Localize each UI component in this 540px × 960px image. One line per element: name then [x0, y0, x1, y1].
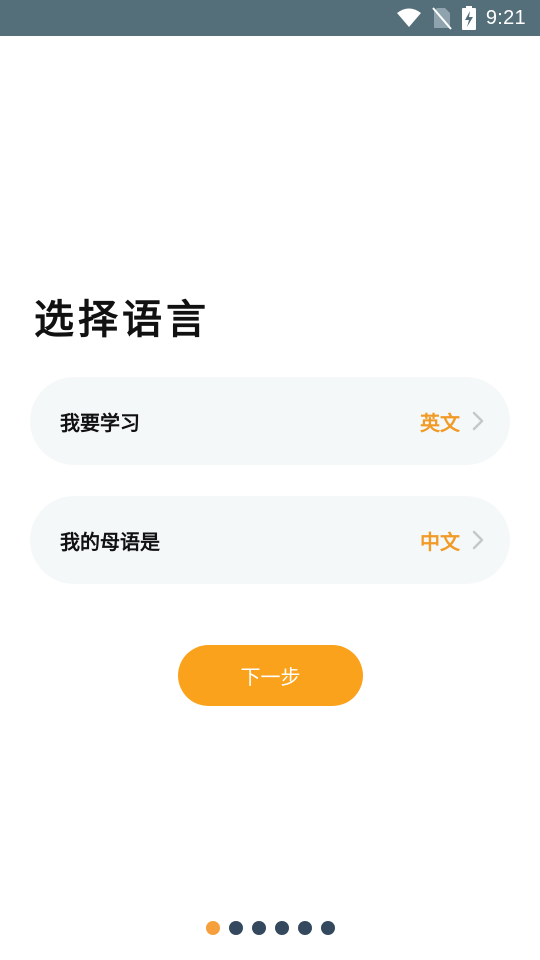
- chevron-right-icon: [472, 411, 484, 431]
- page-indicator: [0, 921, 540, 935]
- status-time: 9:21: [485, 6, 526, 29]
- native-language-option[interactable]: 我的母语是 中文: [30, 496, 510, 584]
- status-bar: 9:21: [0, 0, 540, 36]
- learning-language-label: 我要学习: [60, 410, 140, 435]
- page-dot-1: [205, 921, 220, 935]
- chevron-right-icon: [472, 530, 484, 550]
- page-dot-4: [274, 921, 289, 935]
- no-sim-icon: [432, 7, 452, 30]
- status-icons: 9:21: [396, 0, 526, 36]
- page-dot-2: [228, 921, 243, 935]
- battery-charging-icon: [461, 6, 476, 30]
- screen: 9:21 选择语言 我要学习 英文 我的母语是 中文 下一步: [0, 0, 540, 960]
- page-dot-3: [251, 921, 266, 935]
- native-language-label: 我的母语是: [60, 529, 160, 554]
- learning-language-option[interactable]: 我要学习 英文: [30, 377, 510, 465]
- wifi-icon: [396, 8, 421, 27]
- page-dot-5: [297, 921, 312, 935]
- learning-language-value: 英文: [420, 410, 460, 435]
- native-language-value: 中文: [420, 529, 460, 554]
- next-button[interactable]: 下一步: [178, 645, 363, 706]
- page-title: 选择语言: [34, 297, 210, 343]
- page-dot-6: [320, 921, 335, 935]
